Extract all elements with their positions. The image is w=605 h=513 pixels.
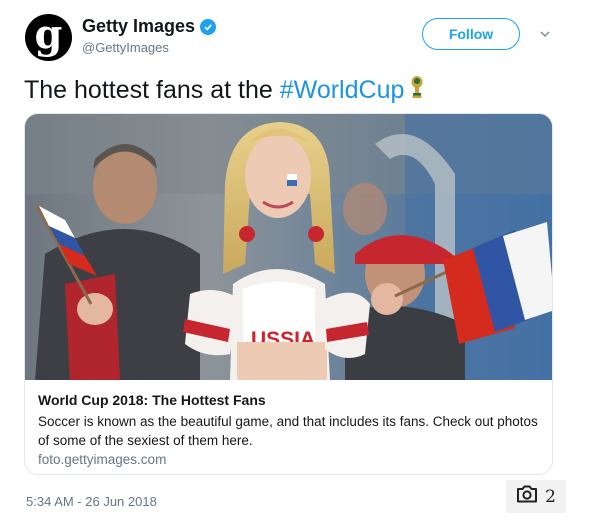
follow-button[interactable]: Follow [422, 18, 520, 50]
author-handle[interactable]: @GettyImages [82, 40, 169, 55]
card-domain: foto.gettyimages.com [38, 452, 167, 467]
avatar[interactable]: g [25, 14, 72, 61]
camera-icon [516, 485, 538, 508]
verified-badge-icon [200, 18, 217, 35]
card-description: Soccer is known as the beautiful game, a… [38, 414, 538, 448]
world-cup-trophy-icon [410, 75, 424, 106]
gallery-count: 2 [545, 486, 556, 507]
author-name[interactable]: Getty Images [82, 16, 217, 37]
author-name-text: Getty Images [82, 16, 196, 36]
tweet-text-body: The hottest fans at the [24, 76, 273, 104]
link-preview-card[interactable]: USSIA World Cup 2018: The Hottest Fans S… [24, 113, 553, 475]
chevron-down-icon[interactable] [538, 27, 552, 41]
card-image[interactable]: USSIA [25, 114, 552, 380]
avatar-logo-letter: g [34, 14, 63, 58]
card-title: World Cup 2018: The Hottest Fans [38, 392, 266, 408]
gallery-badge[interactable]: 2 [506, 480, 566, 513]
tweet-timestamp[interactable]: 5:34 AM - 26 Jun 2018 [26, 494, 157, 509]
hashtag-link[interactable]: #WorldCup [280, 76, 405, 105]
tweet-text: The hottest fans at the #WorldCup [24, 75, 424, 106]
